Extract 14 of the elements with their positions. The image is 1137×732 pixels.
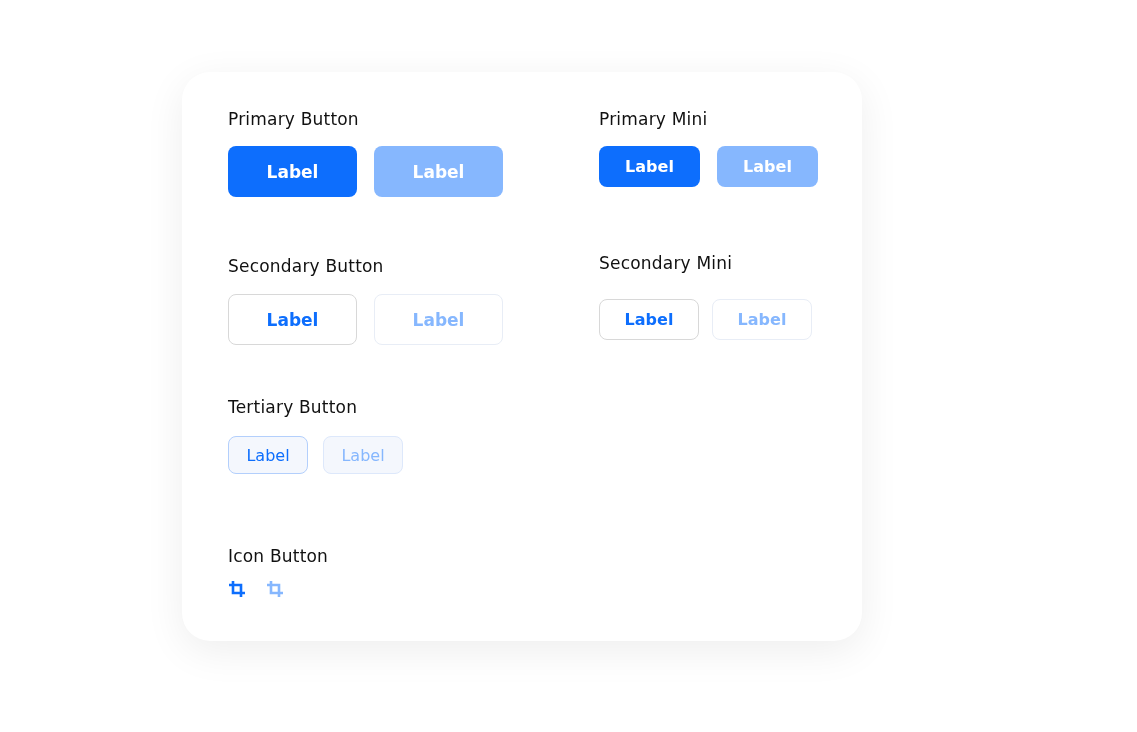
crop-button[interactable] — [228, 580, 246, 598]
section-title: Tertiary Button — [228, 396, 359, 418]
section-title: Primary Button — [228, 108, 360, 130]
section-title: Secondary Button — [228, 255, 385, 277]
label-button[interactable]: Label — [228, 146, 357, 197]
label-button[interactable]: Label — [228, 294, 357, 345]
crop-icon — [266, 580, 284, 598]
section-title: Secondary Mini — [599, 252, 734, 274]
section-title: Icon Button — [228, 545, 330, 567]
section-title: Primary Mini — [599, 108, 709, 130]
crop-icon — [228, 580, 246, 598]
label-button[interactable]: Label — [599, 146, 700, 187]
label-button[interactable]: Label — [228, 436, 308, 474]
label-button[interactable]: Label — [599, 299, 699, 340]
